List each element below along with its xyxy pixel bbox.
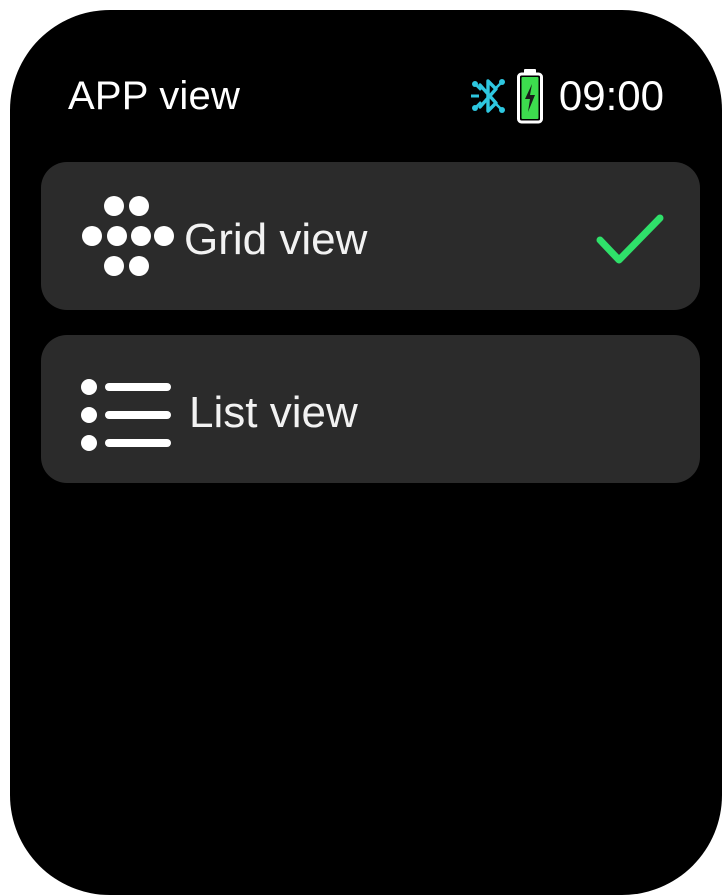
checkmark-icon — [596, 214, 664, 264]
grid-view-icon — [82, 196, 174, 276]
clock: 09:00 — [558, 72, 664, 119]
battery-charging-icon — [516, 69, 543, 124]
bluetooth-icon — [470, 79, 505, 113]
grid-view-option[interactable]: Grid view — [41, 162, 700, 310]
list-view-option[interactable]: List view — [41, 335, 700, 483]
status-bar: 09:00 — [469, 65, 664, 127]
page-title: APP view — [68, 74, 241, 118]
list-view-label: List view — [189, 388, 358, 437]
grid-view-label: Grid view — [184, 215, 368, 264]
watch-screen: APP view 09:00 Grid view List view — [10, 10, 722, 895]
list-view-icon — [81, 379, 171, 451]
